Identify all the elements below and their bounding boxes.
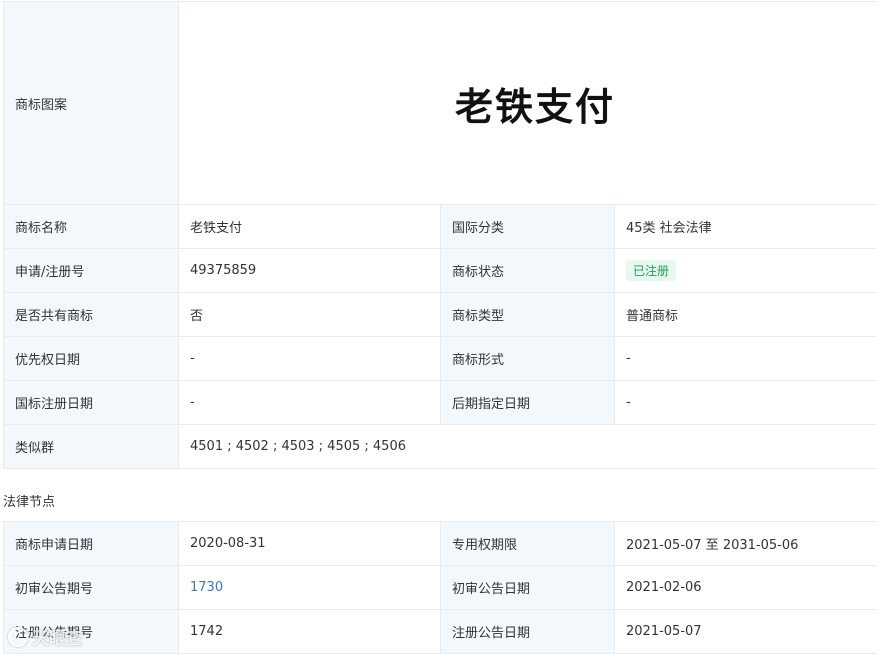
prelim-issue-cell: 1730 bbox=[179, 566, 441, 610]
logo-label: 商标图案 bbox=[4, 2, 179, 205]
similar-group-value: 4501 ; 4502 ; 4503 ; 4505 ; 4506 bbox=[179, 425, 877, 469]
form-value: - bbox=[615, 337, 877, 381]
prelim-date-label: 初审公告日期 bbox=[441, 566, 615, 610]
status-badge: 已注册 bbox=[626, 260, 676, 281]
name-label: 商标名称 bbox=[4, 205, 179, 249]
trademark-logo-text: 老铁支付 bbox=[455, 85, 615, 129]
type-value: 普通商标 bbox=[615, 293, 877, 337]
priority-date-label: 优先权日期 bbox=[4, 337, 179, 381]
status-label: 商标状态 bbox=[441, 249, 615, 293]
later-designation-label: 后期指定日期 bbox=[441, 381, 615, 425]
application-date-label: 商标申请日期 bbox=[4, 522, 179, 566]
similar-group-label: 类似群 bbox=[4, 425, 179, 469]
class-label: 国际分类 bbox=[441, 205, 615, 249]
intl-reg-date-label: 国标注册日期 bbox=[4, 381, 179, 425]
reg-date-label: 注册公告日期 bbox=[441, 610, 615, 654]
reg-number-label: 申请/注册号 bbox=[4, 249, 179, 293]
priority-date-value: - bbox=[179, 337, 441, 381]
application-date-value: 2020-08-31 bbox=[179, 522, 441, 566]
class-value: 45类 社会法律 bbox=[615, 205, 877, 249]
reg-issue-label: 注册公告期号 bbox=[4, 610, 179, 654]
reg-number-value: 49375859 bbox=[179, 249, 441, 293]
reg-issue-value: 1742 bbox=[179, 610, 441, 654]
intl-reg-date-value: - bbox=[179, 381, 441, 425]
legal-section-title: 法律节点 bbox=[3, 491, 55, 510]
prelim-issue-label: 初审公告期号 bbox=[4, 566, 179, 610]
prelim-issue-link[interactable]: 1730 bbox=[190, 580, 223, 595]
shared-value: 否 bbox=[179, 293, 441, 337]
trademark-info-table: 商标图案 老铁支付 商标名称 老铁支付 国际分类 45类 社会法律 申请/注册号… bbox=[3, 1, 877, 469]
prelim-date-value: 2021-02-06 bbox=[615, 566, 877, 610]
exclusive-term-value: 2021-05-07 至 2031-05-06 bbox=[615, 522, 877, 566]
reg-date-value: 2021-05-07 bbox=[615, 610, 877, 654]
form-label: 商标形式 bbox=[441, 337, 615, 381]
shared-label: 是否共有商标 bbox=[4, 293, 179, 337]
legal-nodes-table: 商标申请日期 2020-08-31 专用权期限 2021-05-07 至 203… bbox=[3, 521, 877, 654]
trademark-logo: 老铁支付 bbox=[179, 2, 877, 205]
type-label: 商标类型 bbox=[441, 293, 615, 337]
status-cell: 已注册 bbox=[615, 249, 877, 293]
later-designation-value: - bbox=[615, 381, 877, 425]
name-value: 老铁支付 bbox=[179, 205, 441, 249]
exclusive-term-label: 专用权期限 bbox=[441, 522, 615, 566]
